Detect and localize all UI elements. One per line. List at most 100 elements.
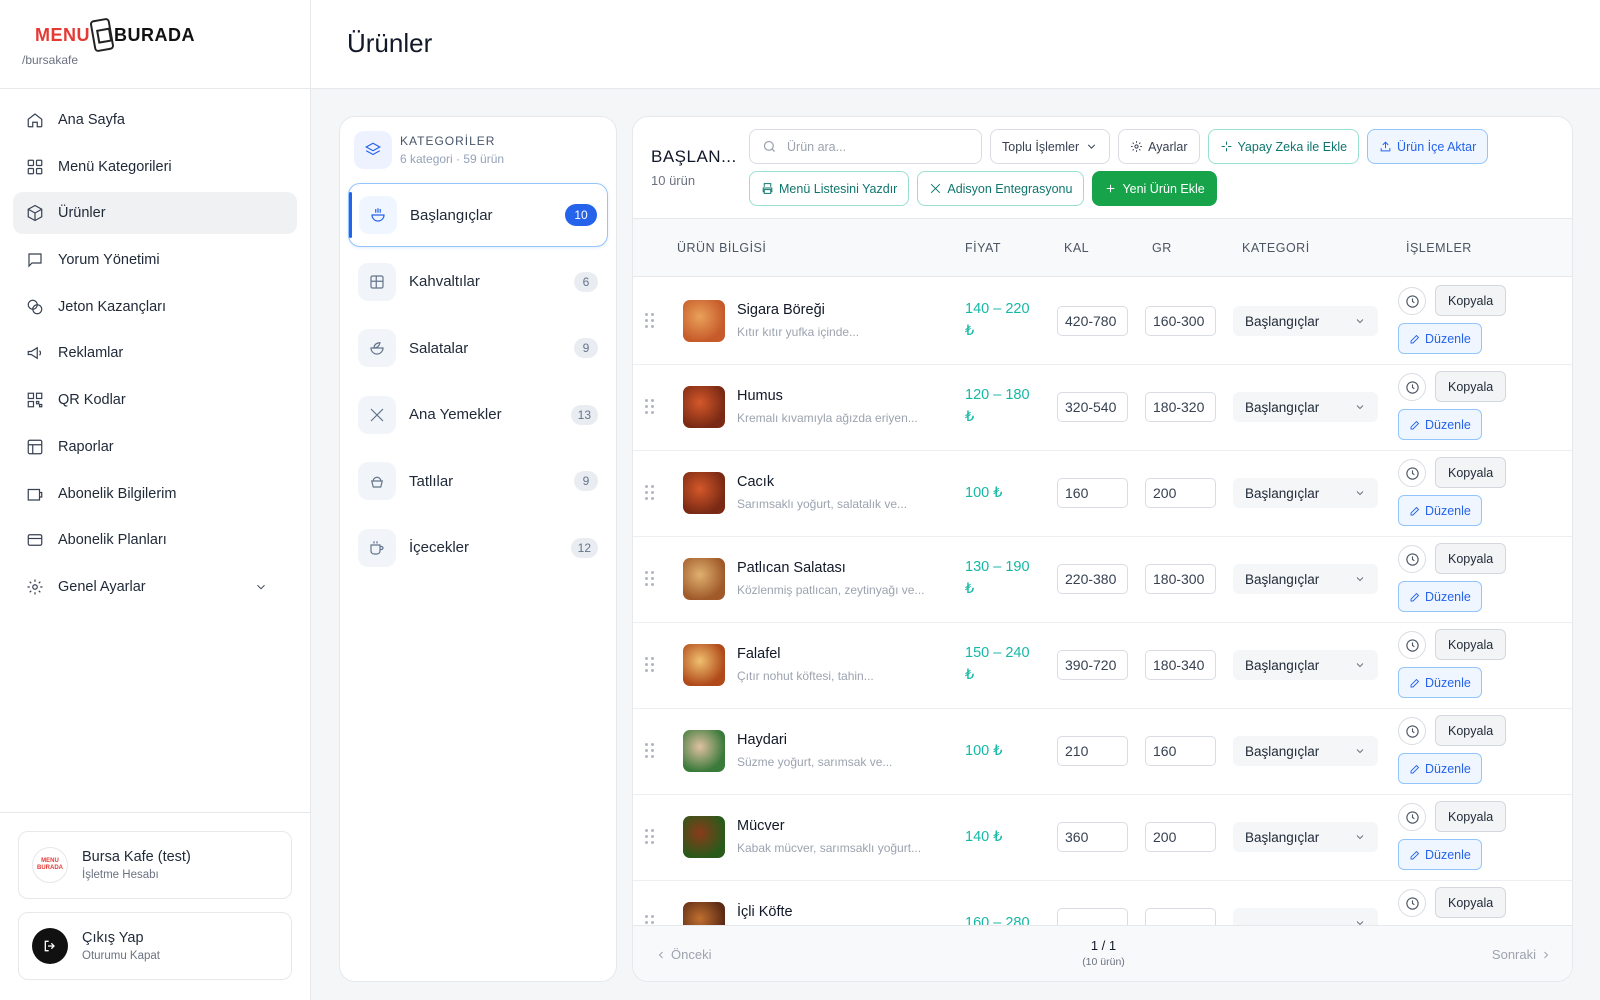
table-row: Humus Kremalı kıvamıyla ağızda eriyen...… bbox=[633, 363, 1572, 451]
calories-input[interactable]: 420-780 bbox=[1057, 306, 1128, 336]
edit-button[interactable]: Düzenle bbox=[1398, 667, 1482, 698]
calories-input[interactable]: 320-540 bbox=[1057, 392, 1128, 422]
schedule-button[interactable] bbox=[1398, 545, 1426, 573]
category-item-salads[interactable]: Salatalar 9 bbox=[348, 316, 608, 380]
edit-button[interactable]: Düzenle bbox=[1398, 581, 1482, 612]
clock-icon bbox=[1405, 552, 1419, 566]
table-icon bbox=[358, 262, 396, 301]
schedule-button[interactable] bbox=[1398, 631, 1426, 659]
sidebar-item-ads[interactable]: Reklamlar bbox=[13, 332, 297, 374]
copy-button[interactable]: Kopyala bbox=[1435, 715, 1507, 746]
copy-button[interactable]: Kopyala bbox=[1435, 629, 1507, 660]
clock-icon bbox=[1405, 724, 1419, 738]
sidebar-item-qr-codes[interactable]: QR Kodlar bbox=[13, 379, 297, 421]
edit-button[interactable]: Düzenle bbox=[1398, 753, 1482, 784]
sidebar-item-products[interactable]: Ürünler bbox=[13, 192, 297, 235]
settings-button[interactable]: Ayarlar bbox=[1118, 129, 1200, 164]
category-item-main-dishes[interactable]: Ana Yemekler 13 bbox=[348, 383, 608, 447]
drag-handle-icon[interactable] bbox=[645, 485, 655, 501]
grid-icon bbox=[26, 158, 44, 176]
drag-handle-icon[interactable] bbox=[645, 313, 655, 329]
copy-button[interactable]: Kopyala bbox=[1435, 457, 1507, 488]
grams-input[interactable]: 200 bbox=[1145, 478, 1216, 508]
edit-button[interactable]: Düzenle bbox=[1398, 839, 1482, 870]
edit-label: Düzenle bbox=[1425, 503, 1471, 518]
account-name: Bursa Kafe (test) bbox=[82, 849, 191, 865]
sidebar-item-general-settings[interactable]: Genel Ayarlar bbox=[13, 566, 297, 608]
category-item-breakfasts[interactable]: Kahvaltılar 6 bbox=[348, 250, 608, 314]
drag-handle-icon[interactable] bbox=[645, 829, 655, 845]
edit-label: Düzenle bbox=[1425, 675, 1471, 690]
schedule-button[interactable] bbox=[1398, 373, 1426, 401]
calories-input[interactable]: 220-380 bbox=[1057, 564, 1128, 594]
brand-logo[interactable]: MENU BURADA bbox=[35, 17, 288, 53]
calories-input[interactable]: 210 bbox=[1057, 736, 1128, 766]
import-products-button[interactable]: Ürün İçe Aktar bbox=[1367, 129, 1489, 164]
category-item-desserts[interactable]: Tatlılar 9 bbox=[348, 449, 608, 513]
product-image bbox=[683, 902, 725, 927]
sidebar-item-token-earnings[interactable]: Jeton Kazançları bbox=[13, 286, 297, 328]
copy-label: Kopyala bbox=[1448, 895, 1494, 910]
sidebar-item-label: Ürünler bbox=[58, 205, 106, 222]
drag-handle-icon[interactable] bbox=[645, 743, 655, 759]
sidebar-item-subscription-info[interactable]: Abonelik Bilgilerim bbox=[13, 473, 297, 515]
grams-input[interactable]: 160 bbox=[1145, 736, 1216, 766]
copy-button[interactable]: Kopyala bbox=[1435, 371, 1507, 402]
category-select[interactable]: Başlangıçlar bbox=[1233, 478, 1378, 508]
category-select[interactable]: Başlangıçlar bbox=[1233, 306, 1378, 336]
drag-handle-icon[interactable] bbox=[645, 657, 655, 673]
next-page-button[interactable]: Sonraki bbox=[1492, 947, 1552, 962]
calories-input[interactable]: 360 bbox=[1057, 822, 1128, 852]
schedule-button[interactable] bbox=[1398, 459, 1426, 487]
schedule-button[interactable] bbox=[1398, 889, 1426, 917]
salad-icon bbox=[358, 329, 396, 368]
account-card[interactable]: MENU BURADA Bursa Kafe (test) İşletme He… bbox=[18, 831, 292, 899]
page-indicator: 1 / 1 (10 ürün) bbox=[633, 938, 1572, 968]
logout-button[interactable]: Çıkış Yap Oturumu Kapat bbox=[18, 912, 292, 980]
sidebar-item-subscription-plans[interactable]: Abonelik Planları bbox=[13, 519, 297, 561]
schedule-button[interactable] bbox=[1398, 803, 1426, 831]
edit-button[interactable]: Düzenle bbox=[1398, 323, 1482, 354]
category-select[interactable]: Başlangıçlar bbox=[1233, 736, 1378, 766]
sidebar-item-menu-categories[interactable]: Menü Kategorileri bbox=[13, 146, 297, 188]
category-select[interactable]: Başlangıçlar bbox=[1233, 392, 1378, 422]
category-select[interactable]: Başlangıçlar bbox=[1233, 650, 1378, 680]
search-input[interactable] bbox=[787, 139, 967, 154]
edit-button[interactable]: Düzenle bbox=[1398, 409, 1482, 440]
product-image bbox=[683, 558, 725, 600]
category-item-starters[interactable]: Başlangıçlar 10 bbox=[348, 183, 608, 247]
edit-button[interactable]: Düzenle bbox=[1398, 495, 1482, 526]
drag-handle-icon[interactable] bbox=[645, 571, 655, 587]
grams-input[interactable]: 180-300 bbox=[1145, 564, 1216, 594]
table-row: Patlıcan Salatası Közlenmiş patlıcan, ze… bbox=[633, 535, 1572, 623]
calories-input[interactable]: 160 bbox=[1057, 478, 1128, 508]
sidebar-item-reviews[interactable]: Yorum Yönetimi bbox=[13, 239, 297, 281]
grams-input[interactable]: 200 bbox=[1145, 822, 1216, 852]
category-select[interactable]: Başlangıçlar bbox=[1233, 822, 1378, 852]
product-price: 140 ₺ bbox=[965, 826, 1055, 848]
calories-input[interactable]: 390-720 bbox=[1057, 650, 1128, 680]
ai-add-button[interactable]: Yapay Zeka ile Ekle bbox=[1207, 129, 1360, 164]
products-panel: BAŞLAN... 10 ürün Toplu İşlemler Ayarlar… bbox=[632, 116, 1573, 982]
sidebar-item-reports[interactable]: Raporlar bbox=[13, 426, 297, 468]
chevron-down-icon[interactable] bbox=[252, 578, 270, 596]
pos-integration-button[interactable]: Adisyon Entegrasyonu bbox=[917, 171, 1085, 206]
copy-button[interactable]: Kopyala bbox=[1435, 285, 1507, 316]
drag-handle-icon[interactable] bbox=[645, 399, 655, 415]
category-select[interactable]: Başlangıçlar bbox=[1233, 564, 1378, 594]
copy-button[interactable]: Kopyala bbox=[1435, 887, 1507, 918]
copy-button[interactable]: Kopyala bbox=[1435, 543, 1507, 574]
category-item-drinks[interactable]: İçecekler 12 bbox=[348, 516, 608, 580]
grams-input[interactable]: 160-300 bbox=[1145, 306, 1216, 336]
schedule-button[interactable] bbox=[1398, 717, 1426, 745]
copy-button[interactable]: Kopyala bbox=[1435, 801, 1507, 832]
grams-input[interactable]: 180-340 bbox=[1145, 650, 1216, 680]
new-product-button[interactable]: Yeni Ürün Ekle bbox=[1092, 171, 1217, 206]
schedule-button[interactable] bbox=[1398, 287, 1426, 315]
copy-label: Kopyala bbox=[1448, 465, 1494, 480]
sidebar-item-label: QR Kodlar bbox=[58, 392, 126, 409]
print-menu-button[interactable]: Menü Listesini Yazdır bbox=[749, 171, 910, 206]
bulk-actions-dropdown[interactable]: Toplu İşlemler bbox=[990, 129, 1111, 164]
sidebar-item-home[interactable]: Ana Sayfa bbox=[13, 99, 297, 141]
grams-input[interactable]: 180-320 bbox=[1145, 392, 1216, 422]
